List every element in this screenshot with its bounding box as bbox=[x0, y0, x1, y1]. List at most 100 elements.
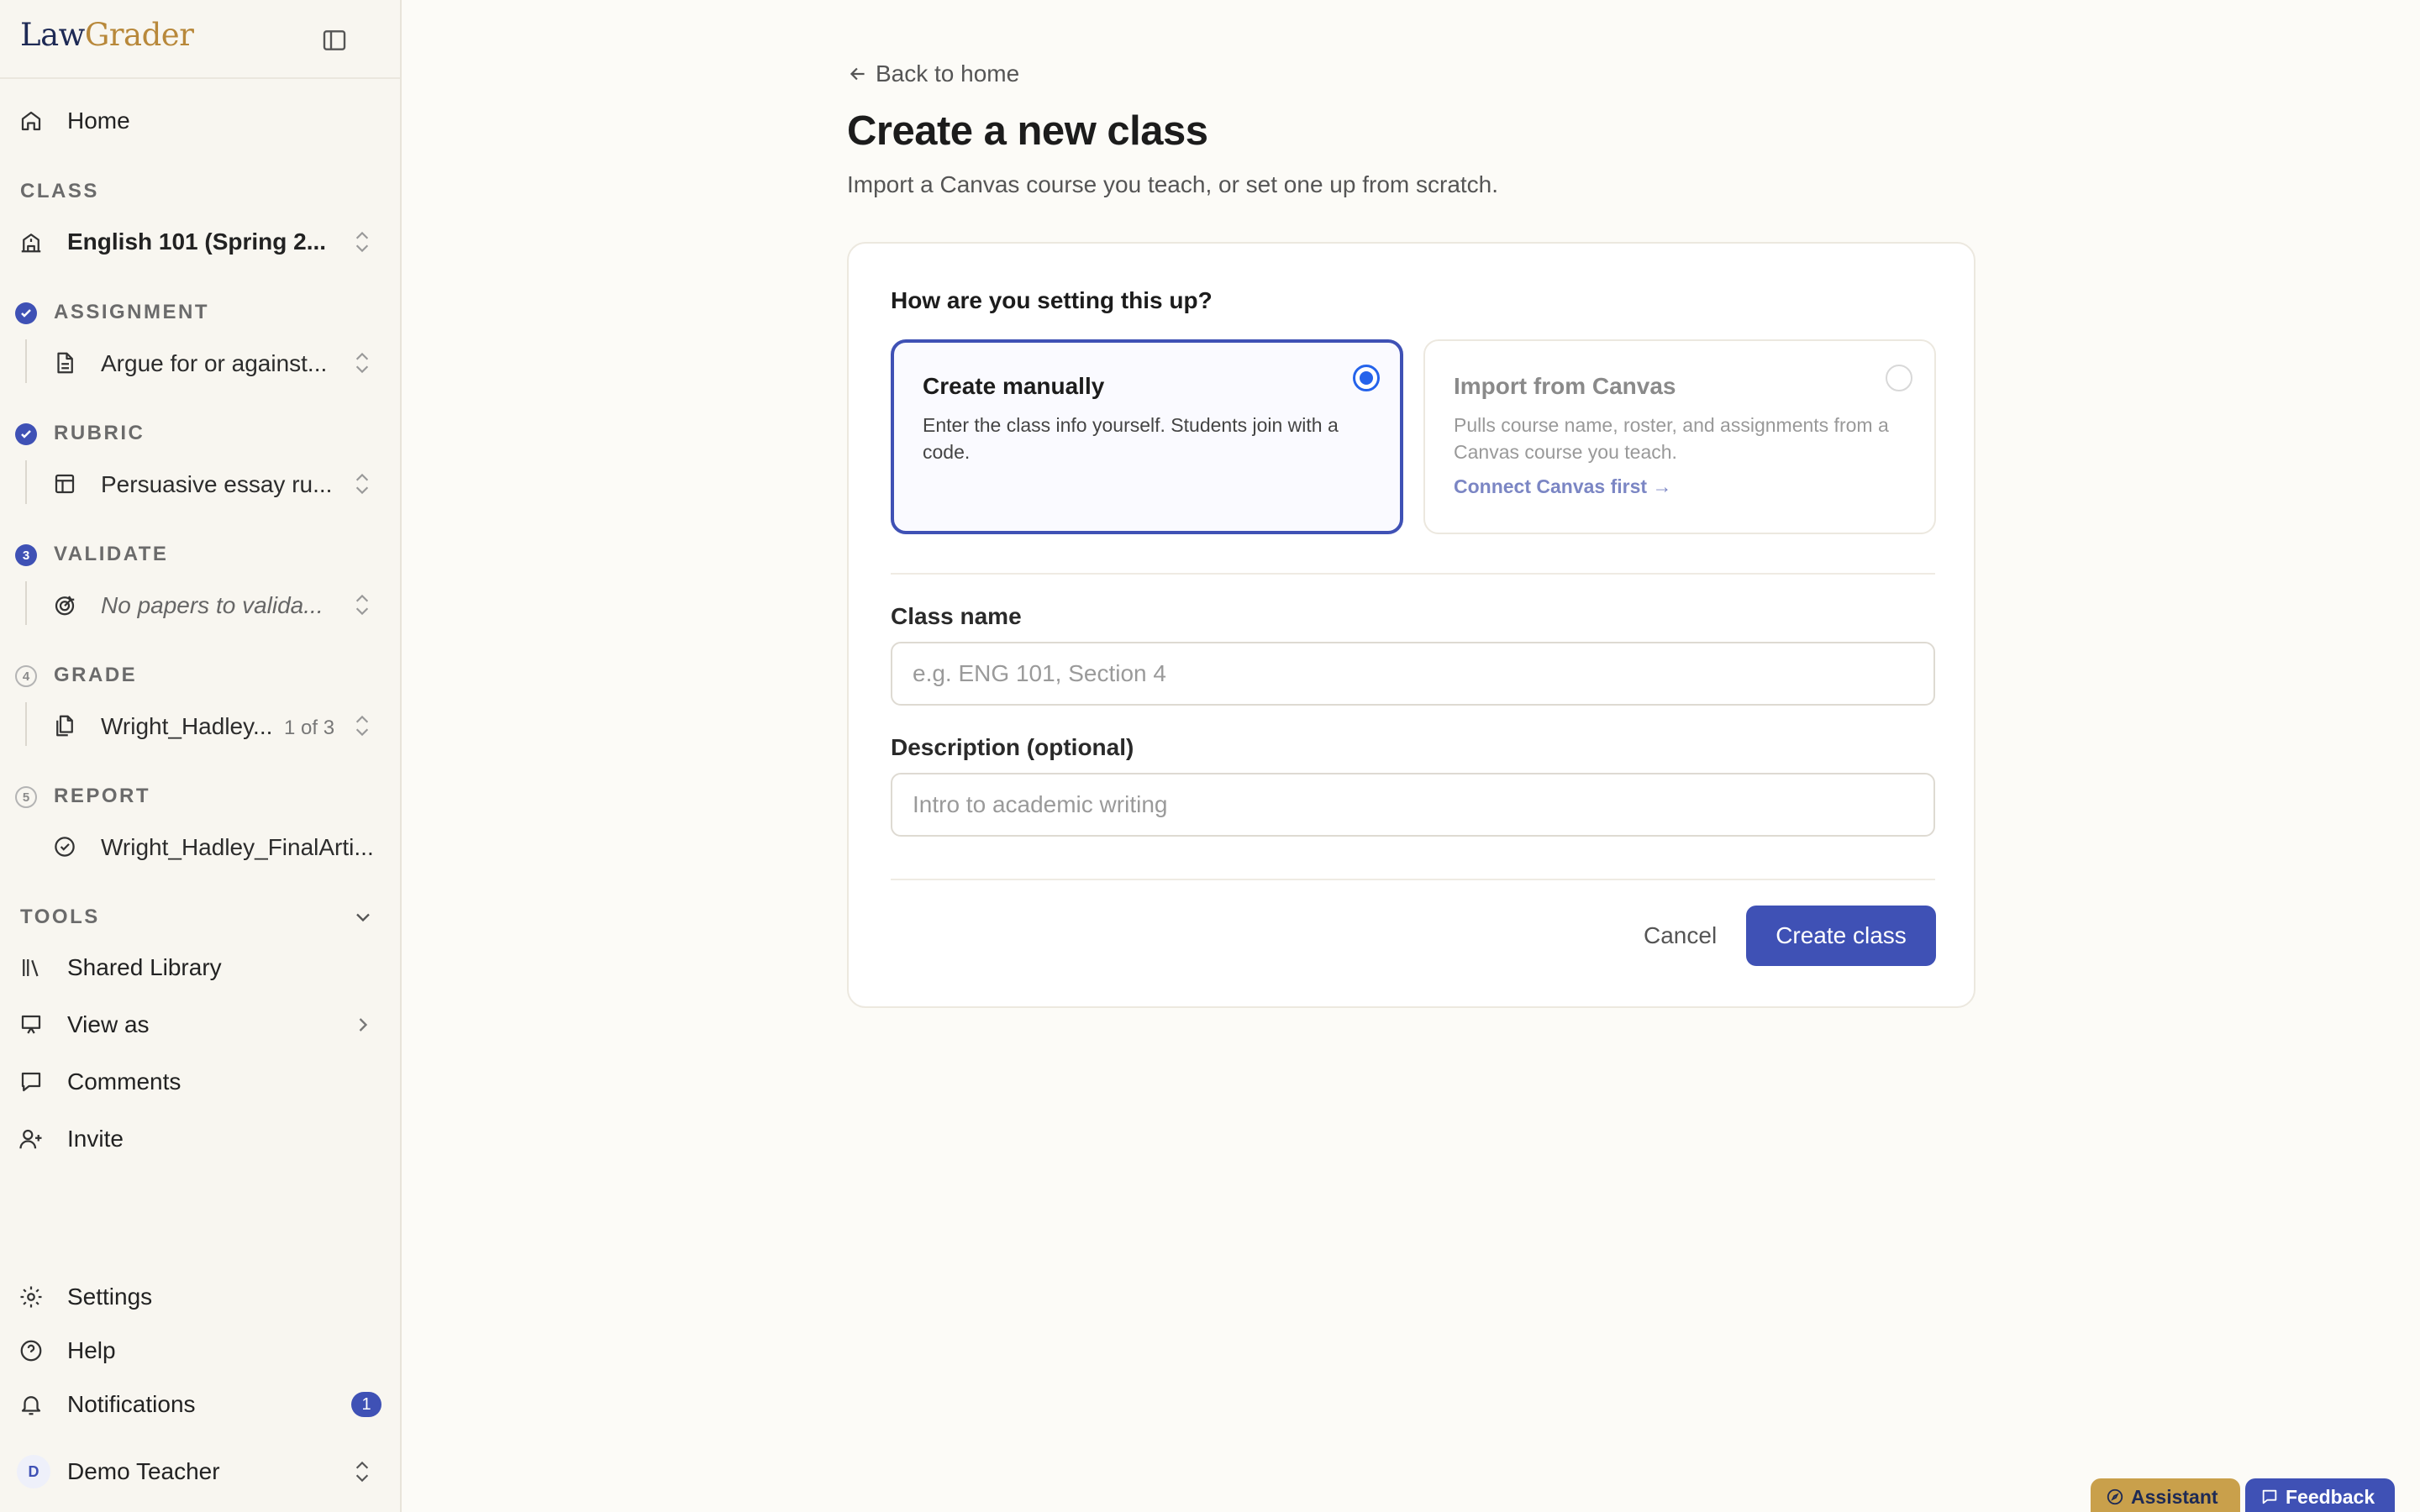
sidebar-item-label: Shared Library bbox=[67, 954, 222, 980]
step-label: VALIDATE bbox=[54, 543, 169, 565]
option-title: Create manually bbox=[923, 373, 1105, 399]
sidebar-item-label: Comments bbox=[67, 1068, 182, 1095]
user-menu[interactable]: D Demo Teacher bbox=[0, 1446, 400, 1497]
chevron-updown-icon bbox=[355, 473, 369, 495]
report-value: Wright_Hadley_FinalArti... bbox=[101, 834, 374, 860]
create-class-card: How are you setting this up? Create manu… bbox=[847, 242, 1975, 1008]
assistant-button[interactable]: Assistant bbox=[2091, 1478, 2240, 1512]
table-icon bbox=[55, 474, 75, 494]
assistant-label: Assistant bbox=[2131, 1485, 2218, 1508]
radio-create-manually[interactable] bbox=[1353, 365, 1380, 391]
option-import-canvas[interactable]: Import from Canvas Pulls course name, ro… bbox=[1423, 339, 1936, 534]
help-circle-icon bbox=[20, 1340, 42, 1362]
sidebar: LawGrader Home CLASS English 101 (Spring… bbox=[0, 0, 402, 1512]
tools-section-label: TOOLS bbox=[20, 906, 100, 928]
sidebar-item-home[interactable]: Home bbox=[0, 96, 400, 146]
feedback-label: Feedback bbox=[2286, 1485, 2375, 1508]
sidebar-item-help[interactable]: Help bbox=[0, 1326, 400, 1376]
card-divider bbox=[891, 573, 1935, 575]
step-validate: 3 VALIDATE bbox=[0, 538, 400, 571]
compass-icon bbox=[2107, 1488, 2123, 1505]
logo-text-accent: Grader bbox=[84, 17, 194, 53]
arrow-left-icon bbox=[850, 67, 865, 81]
presentation-icon bbox=[21, 1015, 41, 1034]
check-circle-icon bbox=[15, 423, 37, 445]
page-subtitle: Import a Canvas course you teach, or set… bbox=[847, 171, 1499, 197]
comment-icon bbox=[21, 1072, 41, 1092]
sidebar-item-comments[interactable]: Comments bbox=[0, 1057, 400, 1107]
notification-count-badge: 1 bbox=[351, 1392, 381, 1417]
sidebar-item-label: View as bbox=[67, 1011, 150, 1037]
step-number-badge: 5 bbox=[15, 786, 37, 808]
card-divider bbox=[891, 879, 1935, 880]
rubric-value: Persuasive essay ru... bbox=[101, 471, 333, 497]
documents-icon bbox=[56, 715, 73, 737]
chevron-updown-icon bbox=[355, 231, 369, 253]
cancel-button[interactable]: Cancel bbox=[1644, 906, 1717, 966]
step-label: REPORT bbox=[54, 785, 151, 807]
gear-icon bbox=[20, 1286, 42, 1308]
back-link-label: Back to home bbox=[876, 60, 1020, 87]
report-selector[interactable]: Wright_Hadley_FinalArti... bbox=[0, 823, 400, 870]
sidebar-item-label: Notifications bbox=[67, 1391, 196, 1417]
chevron-updown-icon bbox=[355, 594, 369, 616]
sidebar-item-view-as[interactable]: View as bbox=[0, 1000, 400, 1050]
sidebar-item-notifications[interactable]: Notifications 1 bbox=[0, 1379, 400, 1430]
sidebar-toggle-icon[interactable] bbox=[321, 27, 348, 54]
step-label: GRADE bbox=[54, 664, 138, 686]
message-icon bbox=[2262, 1489, 2277, 1504]
target-icon bbox=[55, 596, 75, 616]
sidebar-item-settings[interactable]: Settings bbox=[0, 1272, 400, 1322]
chevron-updown-icon bbox=[355, 352, 369, 374]
back-to-home-link[interactable]: Back to home bbox=[847, 60, 1019, 87]
radio-import-canvas[interactable] bbox=[1886, 365, 1912, 391]
avatar: D bbox=[17, 1455, 50, 1488]
sidebar-item-label: Help bbox=[67, 1337, 116, 1363]
sidebar-item-label: Home bbox=[67, 108, 130, 134]
assignment-value: Argue for or against... bbox=[101, 350, 328, 376]
step-grade: 4 GRADE bbox=[0, 659, 400, 692]
sidebar-item-invite[interactable]: Invite bbox=[0, 1114, 400, 1164]
feedback-button[interactable]: Feedback bbox=[2245, 1478, 2395, 1512]
option-description: Pulls course name, roster, and assignmen… bbox=[1454, 414, 1889, 463]
description-label: Description (optional) bbox=[891, 734, 1134, 760]
step-number-badge: 3 bbox=[15, 544, 37, 566]
check-circle-icon bbox=[15, 302, 37, 324]
chevron-right-icon bbox=[359, 1018, 368, 1032]
bell-icon bbox=[21, 1396, 41, 1415]
sidebar-item-shared-library[interactable]: Shared Library bbox=[0, 942, 400, 993]
create-class-button[interactable]: Create class bbox=[1746, 906, 1936, 966]
class-name-input[interactable] bbox=[891, 642, 1935, 706]
library-icon bbox=[23, 959, 39, 977]
assignment-selector[interactable]: Argue for or against... bbox=[0, 339, 400, 386]
option-description: Enter the class info yourself. Students … bbox=[923, 414, 1339, 463]
class-selector[interactable]: English 101 (Spring 2... bbox=[0, 217, 400, 267]
sidebar-item-label: Invite bbox=[67, 1126, 124, 1152]
option-create-manually[interactable]: Create manually Enter the class info you… bbox=[891, 339, 1403, 534]
rubric-selector[interactable]: Persuasive essay ru... bbox=[0, 460, 400, 507]
chevron-down-icon[interactable] bbox=[351, 906, 375, 929]
validate-selector[interactable]: No papers to valida... bbox=[0, 581, 400, 628]
connect-canvas-link[interactable]: Connect Canvas first → bbox=[1454, 475, 1671, 498]
app-logo[interactable]: LawGrader bbox=[20, 17, 194, 53]
validate-value: No papers to valida... bbox=[101, 592, 324, 618]
grade-paper-counter: 1 of 3 bbox=[284, 717, 335, 739]
step-label: RUBRIC bbox=[54, 422, 145, 444]
step-report: 5 REPORT bbox=[0, 780, 400, 813]
document-icon bbox=[57, 352, 73, 374]
badge-check-icon bbox=[55, 837, 75, 857]
class-name-label: Class name bbox=[891, 603, 1022, 629]
sidebar-item-label: Settings bbox=[67, 1284, 153, 1310]
page-title: Create a new class bbox=[847, 108, 1208, 154]
sidebar-divider bbox=[0, 77, 400, 79]
grade-value: Wright_Hadley... bbox=[101, 713, 273, 739]
chevron-updown-icon bbox=[355, 715, 369, 737]
option-title: Import from Canvas bbox=[1454, 373, 1676, 399]
description-input[interactable] bbox=[891, 773, 1935, 837]
grade-selector[interactable]: Wright_Hadley... 1 of 3 bbox=[0, 702, 400, 749]
home-icon bbox=[21, 111, 41, 131]
user-name: Demo Teacher bbox=[67, 1458, 220, 1484]
class-selector-value: English 101 (Spring 2... bbox=[67, 228, 327, 255]
logo-text-primary: Law bbox=[20, 17, 85, 53]
step-assignment: ASSIGNMENT bbox=[0, 296, 400, 329]
